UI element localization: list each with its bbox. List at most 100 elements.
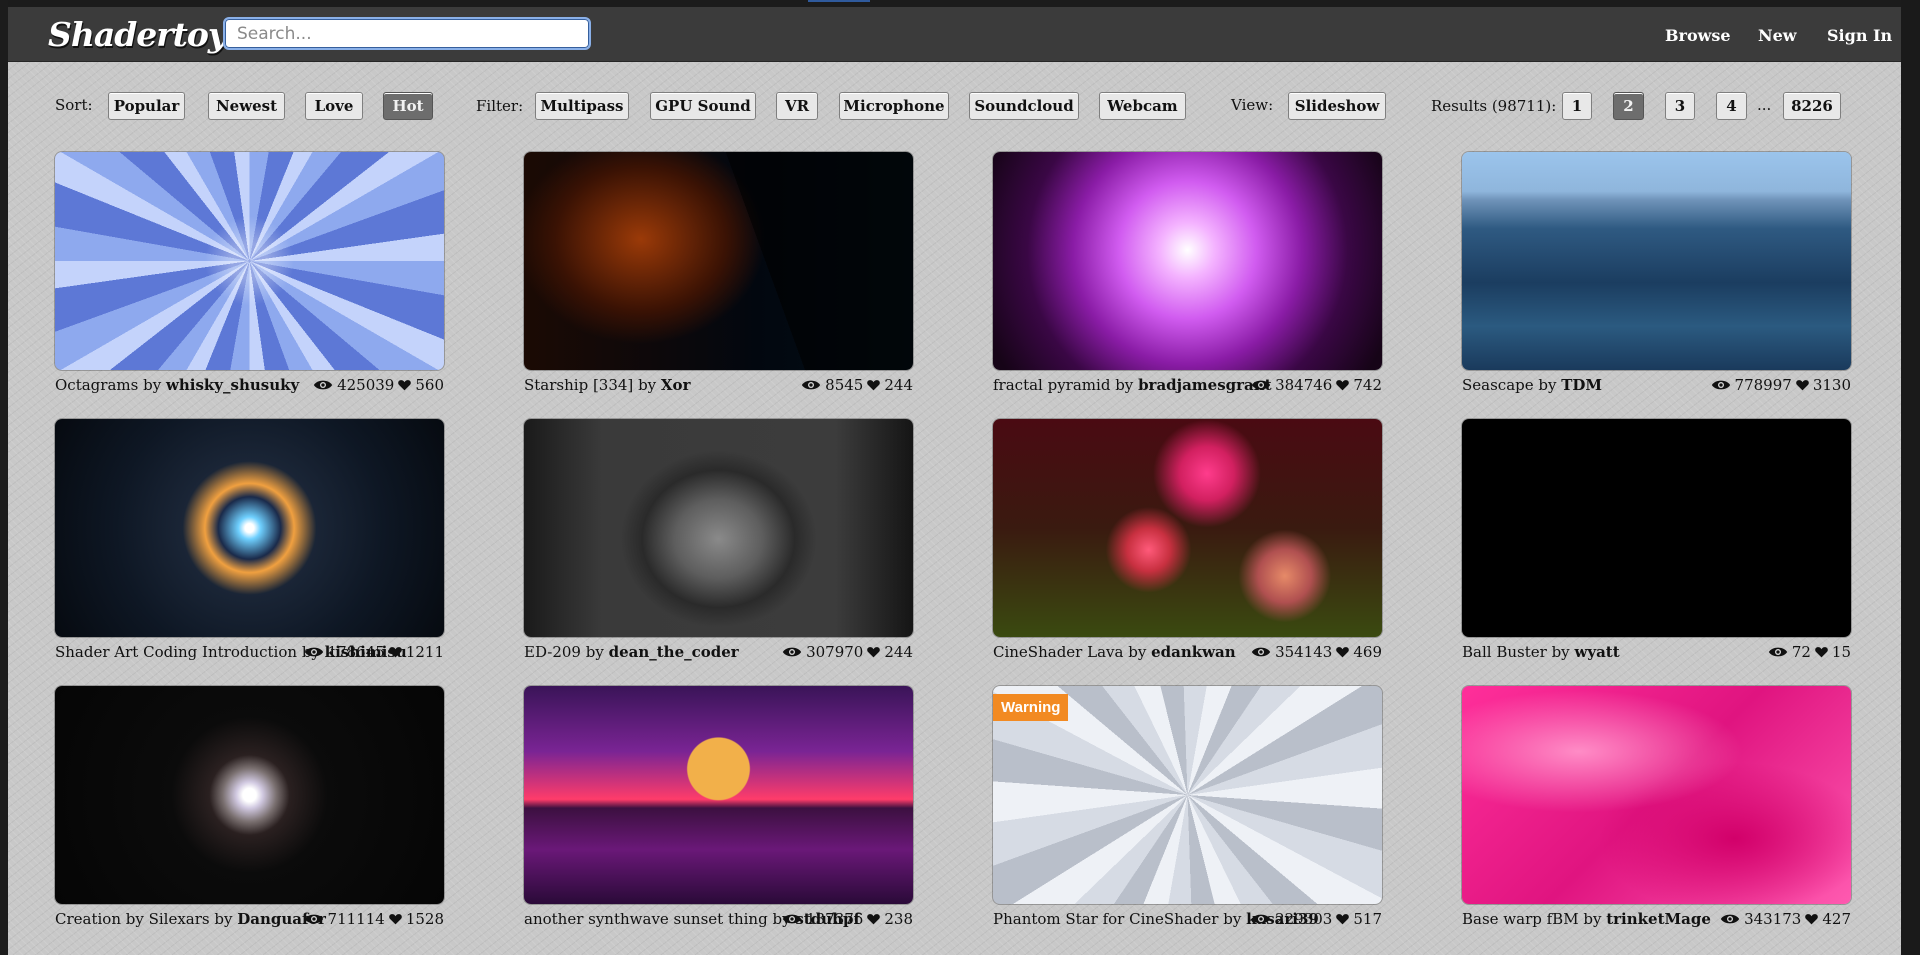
- like-count: 469: [1353, 643, 1382, 661]
- shader-title[interactable]: another synthwave sunset thing: [524, 910, 768, 928]
- site-header: Shadertoy Browse New Sign In: [8, 7, 1901, 62]
- top-accent: [808, 0, 870, 2]
- shader-author[interactable]: edankwan: [1151, 643, 1236, 661]
- view-count: 229303: [1275, 910, 1333, 928]
- sort-newest-button[interactable]: Newest: [208, 92, 285, 120]
- shader-stats: 137376 238: [778, 910, 913, 928]
- pagination-ellipsis: ...: [1757, 96, 1772, 114]
- filter-multipass-button[interactable]: Multipass: [535, 92, 629, 120]
- shader-stats: 711114 1528: [300, 910, 444, 928]
- view-label: View:: [1231, 96, 1274, 114]
- eye-icon: [1251, 644, 1271, 657]
- shader-meta: fractal pyramid by bradjamesgrant 384746 7…: [993, 376, 1382, 396]
- by-label: by: [1551, 643, 1570, 661]
- shader-author[interactable]: whisky_shusuky: [166, 376, 299, 394]
- like-count: 560: [415, 376, 444, 394]
- heart-icon: [389, 911, 402, 925]
- sort-love-button[interactable]: Love: [305, 92, 363, 120]
- like-count: 1528: [405, 910, 444, 928]
- shader-author[interactable]: wyatt: [1574, 643, 1619, 661]
- filter-label: Filter:: [476, 97, 524, 115]
- shader-thumbnail[interactable]: Warning: [993, 686, 1382, 904]
- eye-icon: [1251, 911, 1271, 924]
- shader-title[interactable]: Base warp fBM: [1462, 910, 1579, 928]
- shader-author[interactable]: dean_the_coder: [609, 643, 739, 661]
- shader-thumbnail[interactable]: [55, 152, 444, 370]
- site-logo[interactable]: Shadertoy: [48, 15, 227, 54]
- filter-soundcloud-button[interactable]: Soundcloud: [969, 92, 1079, 120]
- by-label: by: [143, 376, 162, 394]
- shader-thumbnail[interactable]: [524, 152, 913, 370]
- eye-icon: [313, 377, 333, 390]
- shader-thumbnail[interactable]: [524, 419, 913, 637]
- shader-title[interactable]: Starship [334]: [524, 376, 633, 394]
- sort-label: Sort:: [55, 96, 93, 114]
- heart-icon: [1815, 644, 1828, 658]
- shader-author[interactable]: trinketMage: [1606, 910, 1711, 928]
- page-4-button[interactable]: 4: [1716, 92, 1747, 120]
- shader-stats: 778997 3130: [1707, 376, 1851, 394]
- shader-title[interactable]: fractal pyramid: [993, 376, 1110, 394]
- shader-title[interactable]: ED-209: [524, 643, 581, 661]
- shader-title[interactable]: Phantom Star for CineShader: [993, 910, 1218, 928]
- nav-browse[interactable]: Browse: [1665, 26, 1731, 45]
- view-count: 711114: [327, 910, 385, 928]
- view-count: 343173: [1744, 910, 1802, 928]
- view-count: 778997: [1734, 376, 1792, 394]
- shader-title-line: Octagrams by whisky_shusuky: [55, 376, 299, 394]
- by-label: by: [638, 376, 657, 394]
- shader-thumbnail[interactable]: [993, 419, 1382, 637]
- view-count: 137376: [806, 910, 864, 928]
- shader-author[interactable]: TDM: [1561, 376, 1602, 394]
- shader-thumbnail[interactable]: [1462, 152, 1851, 370]
- heart-icon: [1336, 644, 1350, 658]
- shader-stats: 178645 1211: [300, 643, 444, 661]
- shader-title[interactable]: Creation by Silexars: [55, 910, 210, 928]
- heart-icon: [867, 911, 881, 925]
- page-1-button[interactable]: 1: [1562, 92, 1592, 120]
- page-2-button[interactable]: 2: [1613, 92, 1644, 120]
- filter-vr-button[interactable]: VR: [776, 92, 818, 120]
- shader-thumbnail[interactable]: [1462, 686, 1851, 904]
- eye-icon: [1711, 377, 1731, 390]
- shader-title[interactable]: CineShader Lava: [993, 643, 1123, 661]
- eye-icon: [782, 644, 802, 657]
- heart-icon: [1336, 911, 1350, 925]
- view-slideshow-button[interactable]: Slideshow: [1288, 92, 1386, 120]
- page-3-button[interactable]: 3: [1665, 92, 1695, 120]
- filter-gpu-sound-button[interactable]: GPU Sound: [650, 92, 756, 120]
- scrollbar[interactable]: [1901, 0, 1920, 955]
- shader-thumbnail[interactable]: [1462, 419, 1851, 637]
- page-last-button[interactable]: 8226: [1783, 92, 1841, 120]
- sort-popular-button[interactable]: Popular: [108, 92, 185, 120]
- shader-title-line: ED-209 by dean_the_coder: [524, 643, 739, 661]
- shader-title[interactable]: Octagrams: [55, 376, 138, 394]
- shader-meta: Seascape by TDM 778997 3130: [1462, 376, 1851, 396]
- like-count: 15: [1831, 643, 1851, 661]
- shader-title[interactable]: Seascape: [1462, 376, 1534, 394]
- shader-thumbnail[interactable]: [55, 419, 444, 637]
- eye-icon: [801, 377, 821, 390]
- shader-meta: Phantom Star for CineShader by kasari39 2…: [993, 910, 1382, 930]
- filter-webcam-button[interactable]: Webcam: [1099, 92, 1186, 120]
- shader-thumbnail[interactable]: [55, 686, 444, 904]
- shader-title-line: Starship [334] by Xor: [524, 376, 690, 394]
- heart-icon: [389, 644, 402, 658]
- like-count: 742: [1353, 376, 1382, 394]
- view-count: 72: [1791, 643, 1811, 661]
- shader-author[interactable]: Xor: [661, 376, 691, 394]
- heart-icon: [867, 377, 881, 391]
- nav-new[interactable]: New: [1758, 26, 1797, 45]
- shader-title[interactable]: Ball Buster: [1462, 643, 1547, 661]
- nav-sign-in[interactable]: Sign In: [1827, 26, 1892, 45]
- shader-thumbnail[interactable]: [524, 686, 913, 904]
- sort-hot-button[interactable]: Hot: [383, 92, 433, 120]
- heart-icon: [398, 377, 412, 391]
- shader-stats: 72 15: [1764, 643, 1851, 661]
- search-input[interactable]: [223, 17, 591, 50]
- view-count: 8545: [825, 376, 864, 394]
- shader-title[interactable]: Shader Art Coding Introduction: [55, 643, 297, 661]
- shader-thumbnail[interactable]: [993, 152, 1382, 370]
- shader-title-line: fractal pyramid by bradjamesgrant: [993, 376, 1272, 394]
- filter-microphone-button[interactable]: Microphone: [839, 92, 949, 120]
